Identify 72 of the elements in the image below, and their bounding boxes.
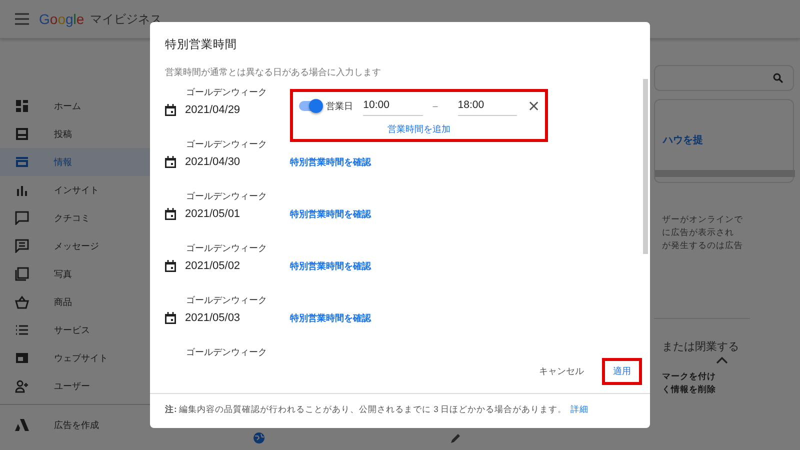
nav-icon <box>15 127 29 141</box>
sidebar-item[interactable]: ユーザー <box>0 372 150 400</box>
nav-icon <box>15 155 29 169</box>
sidebar-item[interactable]: ウェブサイト <box>0 344 150 372</box>
sidebar-item[interactable]: 投稿 <box>0 120 150 148</box>
entry-label: ゴールデンウィーク <box>185 86 268 99</box>
nav-icon <box>15 239 29 253</box>
open-time-field[interactable]: 10:00 <box>363 96 423 116</box>
section-line: マークを付け <box>662 370 716 383</box>
chevron-up-icon[interactable] <box>716 356 728 364</box>
search-field[interactable] <box>654 65 794 91</box>
calendar-icon <box>165 312 176 324</box>
section-title: または閉業する <box>661 340 740 354</box>
sidebar-item[interactable]: 広告を作成 <box>0 411 150 439</box>
details-link[interactable]: 詳細 <box>570 404 589 416</box>
nav-icon <box>15 295 29 309</box>
sidebar-item[interactable]: 商品 <box>0 288 150 316</box>
entry-label: ゴールデンウィーク <box>185 242 268 255</box>
nav-icon <box>15 323 29 337</box>
entry-date: 2021/05/03 <box>185 312 240 324</box>
entry-date: 2021/04/30 <box>185 156 240 168</box>
open-toggle[interactable] <box>299 101 320 111</box>
confirm-hours-link[interactable]: 特別営業時間を確認 <box>290 307 371 329</box>
close-icon[interactable] <box>529 101 539 111</box>
sidebar-item[interactable]: サービス <box>0 316 150 344</box>
toggle-label: 営業日 <box>326 100 354 112</box>
entry-date: 2021/04/29 <box>185 104 240 116</box>
entry-label: ゴールデンウィーク <box>185 294 268 307</box>
pencil-icon[interactable] <box>450 432 462 444</box>
search-icon <box>773 73 783 83</box>
entry-label: ゴールデンウィーク <box>185 190 268 203</box>
sidebar-item[interactable]: インサイト <box>0 176 150 204</box>
confirm-hours-link[interactable]: 特別営業時間を確認 <box>290 255 371 277</box>
section-line: く情報を削除 <box>662 383 716 396</box>
sidebar-item[interactable]: 写真 <box>0 260 150 288</box>
close-time-field[interactable]: 18:00 <box>458 96 518 116</box>
brand-logo: Google <box>39 11 84 27</box>
cancel-button[interactable]: キャンセル <box>531 359 592 384</box>
calendar-icon <box>165 156 176 168</box>
dialog-title: 特別営業時間 <box>164 38 238 52</box>
add-hours-link[interactable]: 営業時間を追加 <box>388 123 450 136</box>
confirm-hours-link[interactable]: 特別営業時間を確認 <box>290 203 371 225</box>
note-text: 注: 編集内容の品質確認が行われることがあり、公開されるまでに 3 日ほどかかる場合があります。 <box>165 404 567 416</box>
nav-icon <box>15 351 29 365</box>
nav-icon <box>15 183 29 197</box>
ads-logo-icon <box>15 418 29 432</box>
nav-icon <box>15 211 29 225</box>
nav-icon <box>15 379 29 393</box>
card-link[interactable]: ハウを提 <box>663 135 703 146</box>
entry-label: ゴールデンウィーク <box>185 138 268 151</box>
calendar-icon <box>165 208 176 220</box>
menu-icon[interactable] <box>15 13 29 25</box>
description-line: が発生するのは広告 <box>662 239 744 252</box>
dialog-subtitle: 営業時間が通常とは異なる日がある場合に入力します <box>164 66 382 79</box>
sidebar-item[interactable]: クチコミ <box>0 204 150 232</box>
scrollbar[interactable] <box>643 79 648 254</box>
nav-icon <box>15 267 29 281</box>
description-line: に広告が表示され <box>662 226 735 239</box>
entry-date: 2021/05/01 <box>185 208 240 220</box>
description-line: ザーがオンラインで <box>662 213 744 226</box>
calendar-icon <box>165 104 176 116</box>
time-separator: – <box>432 101 438 111</box>
sidebar-item[interactable]: ホーム <box>0 92 150 120</box>
confirm-hours-link[interactable]: 特別営業時間を確認 <box>290 151 371 173</box>
entry-date: 2021/05/02 <box>185 260 240 272</box>
apply-button[interactable]: 適用 <box>602 358 642 385</box>
entry-label: ゴールデンウィーク <box>185 346 268 358</box>
globe-icon <box>253 432 265 444</box>
sidebar-item[interactable]: メッセージ <box>0 232 150 260</box>
calendar-icon <box>165 260 176 272</box>
sidebar-item[interactable]: 情報 <box>0 148 150 176</box>
nav-icon <box>15 99 29 113</box>
